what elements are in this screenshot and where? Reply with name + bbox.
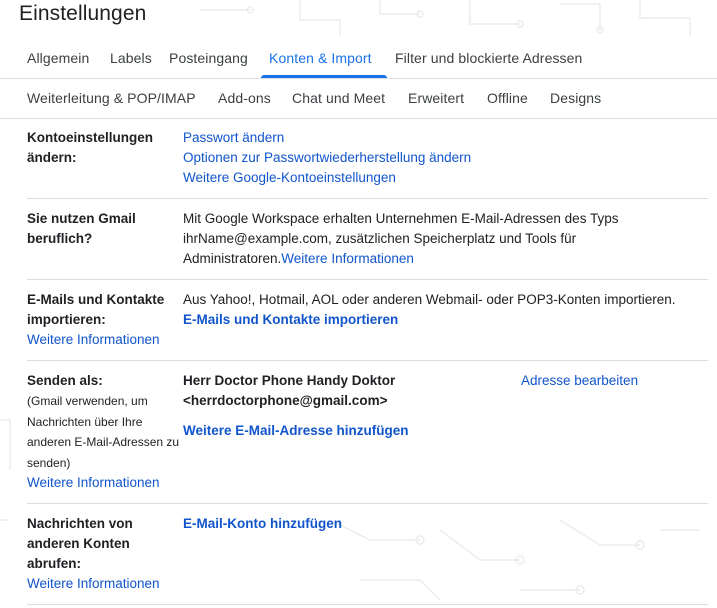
tab-allgemein[interactable]: Allgemein <box>27 50 89 66</box>
section-label: Kontoeinstellungen ändern: <box>27 130 153 165</box>
page-title: Einstellungen <box>19 2 147 25</box>
section-import: E-Mails und Kontakte importieren: Weiter… <box>27 280 708 361</box>
settings-tabs-row-2: Weiterleitung & POP/IMAP Add-ons Chat un… <box>0 78 717 119</box>
section-send-as: Senden als: (Gmail verwenden, um Nachric… <box>27 361 708 504</box>
tab-designs[interactable]: Designs <box>550 90 601 106</box>
section-label: Senden als: (Gmail verwenden, um Nachric… <box>27 371 187 493</box>
import-description: Aus Yahoo!, Hotmail, AOL oder anderen We… <box>183 292 676 307</box>
tab-chat-meet[interactable]: Chat und Meet <box>292 90 385 106</box>
edit-address-link[interactable]: Adresse bearbeiten <box>521 371 638 391</box>
settings-tabs-row-1: Allgemein Labels Posteingang Konten & Im… <box>0 38 717 79</box>
tab-erweitert[interactable]: Erweitert <box>408 90 464 106</box>
tab-filter[interactable]: Filter und blockierte Adressen <box>395 50 582 66</box>
workspace-text-line: ihrName@example.com, zusätzlichen Speich… <box>183 231 577 246</box>
send-as-email: <herrdoctorphone@gmail.com> <box>183 393 388 408</box>
tab-offline[interactable]: Offline <box>487 90 528 106</box>
section-fetch-mail: Nachrichten von anderen Konten abrufen: … <box>27 504 708 605</box>
send-as-more-info-link[interactable]: Weitere Informationen <box>27 473 187 493</box>
tab-konten-import[interactable]: Konten & Import <box>269 50 372 66</box>
section-label: Nachrichten von anderen Konten abrufen: … <box>27 514 187 594</box>
workspace-text-line: Mit Google Workspace erhalten Unternehme… <box>183 211 619 226</box>
section-content: Passwort ändern Optionen zur Passwortwie… <box>183 128 708 188</box>
change-password-link[interactable]: Passwort ändern <box>183 128 284 148</box>
add-email-address-link[interactable]: Weitere E-Mail-Adresse hinzufügen <box>183 421 409 441</box>
tab-weiterleitung[interactable]: Weiterleitung & POP/IMAP <box>27 90 196 106</box>
tab-posteingang[interactable]: Posteingang <box>169 50 248 66</box>
section-label: E-Mails und Kontakte importieren: Weiter… <box>27 290 187 350</box>
tab-labels[interactable]: Labels <box>110 50 152 66</box>
fetch-more-info-link[interactable]: Weitere Informationen <box>27 574 187 594</box>
add-mail-account-link[interactable]: E-Mail-Konto hinzufügen <box>183 516 342 531</box>
workspace-text-line: Administratoren. <box>183 251 282 266</box>
section-content: Aus Yahoo!, Hotmail, AOL oder anderen We… <box>183 290 708 330</box>
section-workspace: Sie nutzen Gmail beruflich? Mit Google W… <box>27 199 708 280</box>
import-more-info-link[interactable]: Weitere Informationen <box>27 330 187 350</box>
section-label: Sie nutzen Gmail beruflich? <box>27 211 136 246</box>
settings-page: Einstellungen Allgemein Labels Posteinga… <box>0 0 717 608</box>
google-account-settings-link[interactable]: Weitere Google-Kontoeinstellungen <box>183 170 396 185</box>
workspace-more-info-link[interactable]: Weitere Informationen <box>281 251 414 266</box>
section-content: Mit Google Workspace erhalten Unternehme… <box>183 209 708 269</box>
tab-add-ons[interactable]: Add-ons <box>218 90 271 106</box>
recovery-options-link[interactable]: Optionen zur Passwortwiederherstellung ä… <box>183 150 471 165</box>
section-account-settings: Kontoeinstellungen ändern: Passwort ände… <box>27 118 708 199</box>
import-mail-contacts-link[interactable]: E-Mails und Kontakte importieren <box>183 312 398 327</box>
section-content: E-Mail-Konto hinzufügen <box>183 514 708 534</box>
